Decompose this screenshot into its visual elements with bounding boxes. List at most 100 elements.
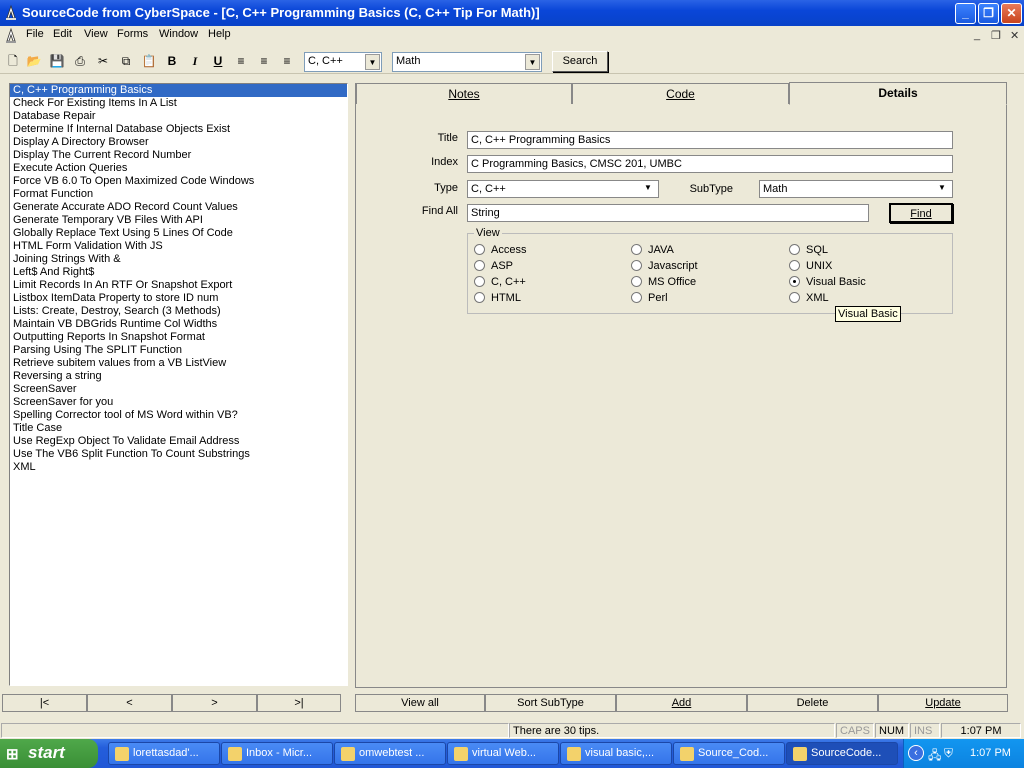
menu-view[interactable]: View (84, 28, 108, 40)
align-right-icon[interactable]: ≡ (277, 51, 297, 71)
list-item[interactable]: Use The VB6 Split Function To Count Subs… (10, 448, 347, 461)
list-item[interactable]: Display The Current Record Number (10, 149, 347, 162)
chevron-down-icon[interactable]: ▼ (938, 183, 946, 192)
list-item[interactable]: ScreenSaver (10, 383, 347, 396)
previous-record-button[interactable]: < (87, 694, 172, 712)
menu-window[interactable]: Window (159, 28, 198, 40)
list-item[interactable]: Format Function (10, 188, 347, 201)
delete-button[interactable]: Delete (747, 694, 878, 712)
new-icon[interactable]: 🗋 (3, 51, 23, 71)
radio-button[interactable] (789, 276, 800, 287)
taskbar-button[interactable]: Source_Cod... (673, 742, 785, 765)
taskbar-button[interactable]: visual basic,... (560, 742, 672, 765)
title-bar[interactable]: SourceCode from CyberSpace - [C, C++ Pro… (0, 0, 1024, 26)
view-radio-unix[interactable]: UNIX (789, 260, 832, 272)
subtype-select[interactable]: Math ▼ (392, 52, 542, 72)
open-icon[interactable]: 📂 (24, 51, 44, 71)
taskbar-button[interactable]: Inbox - Micr... (221, 742, 333, 765)
start-button[interactable]: ⊞ start (0, 739, 98, 768)
list-item[interactable]: Listbox ItemData Property to store ID nu… (10, 292, 347, 305)
sort-subtype-button[interactable]: Sort SubType (485, 694, 616, 712)
list-item[interactable]: Generate Accurate ADO Record Count Value… (10, 201, 347, 214)
menu-forms[interactable]: Forms (117, 28, 148, 40)
add-button[interactable]: Add (616, 694, 747, 712)
taskbar-button[interactable]: virtual Web... (447, 742, 559, 765)
taskbar-button[interactable]: lorettasdad'... (108, 742, 220, 765)
search-button[interactable]: Search (552, 51, 608, 72)
mdi-restore-button[interactable]: ❐ (991, 29, 1001, 42)
next-record-button[interactable]: > (172, 694, 257, 712)
findall-input[interactable]: String (467, 204, 869, 222)
security-shield-icon[interactable]: ⛨ (944, 746, 953, 761)
radio-button[interactable] (474, 276, 485, 287)
radio-button[interactable] (789, 260, 800, 271)
first-record-button[interactable]: |< (2, 694, 87, 712)
radio-button[interactable] (789, 244, 800, 255)
list-item[interactable]: Outputting Reports In Snapshot Format (10, 331, 347, 344)
chevron-down-icon[interactable]: ▼ (644, 183, 652, 192)
list-item[interactable]: Left$ And Right$ (10, 266, 347, 279)
radio-button[interactable] (631, 292, 642, 303)
radio-button[interactable] (789, 292, 800, 303)
view-radio-asp[interactable]: ASP (474, 260, 513, 272)
network-icon[interactable]: 🖧 (928, 746, 941, 767)
mdi-close-button[interactable]: ✕ (1010, 29, 1019, 42)
align-center-icon[interactable]: ≡ (254, 51, 274, 71)
tips-list[interactable]: C, C++ Programming Basics Check For Exist… (9, 83, 348, 686)
list-item[interactable]: Force VB 6.0 To Open Maximized Code Wind… (10, 175, 347, 188)
chevron-down-icon[interactable]: ▼ (525, 54, 540, 70)
list-item[interactable]: Title Case (10, 422, 347, 435)
list-item[interactable]: Retrieve subitem values from a VB ListVi… (10, 357, 347, 370)
radio-button[interactable] (474, 292, 485, 303)
list-item[interactable]: Use RegExp Object To Validate Email Addr… (10, 435, 347, 448)
list-item[interactable]: Determine If Internal Database Objects E… (10, 123, 347, 136)
view-radio-ms-office[interactable]: MS Office (631, 276, 696, 288)
radio-button[interactable] (474, 260, 485, 271)
paste-icon[interactable]: 📋 (139, 51, 159, 71)
view-radio-visual-basic[interactable]: Visual Basic (789, 276, 866, 288)
type-select[interactable]: C, C++ (467, 180, 659, 198)
underline-icon[interactable]: U (208, 51, 228, 71)
list-item[interactable]: Execute Action Queries (10, 162, 347, 175)
list-item[interactable]: Maintain VB DBGrids Runtime Col Widths (10, 318, 347, 331)
align-left-icon[interactable]: ≡ (231, 51, 251, 71)
radio-button[interactable] (631, 276, 642, 287)
radio-button[interactable] (631, 260, 642, 271)
update-button[interactable]: Update (878, 694, 1008, 712)
copy-icon[interactable]: ⧉ (116, 51, 136, 71)
find-button[interactable]: Find (889, 203, 953, 223)
taskbar-button[interactable]: SourceCode... (786, 742, 898, 765)
mdi-app-icon[interactable] (4, 28, 18, 44)
list-item[interactable]: Globally Replace Text Using 5 Lines Of C… (10, 227, 347, 240)
list-item[interactable]: Spelling Corrector tool of MS Word withi… (10, 409, 347, 422)
list-item[interactable]: HTML Form Validation With JS (10, 240, 347, 253)
view-radio-xml[interactable]: XML (789, 292, 829, 304)
list-item[interactable]: Reversing a string (10, 370, 347, 383)
radio-button[interactable] (631, 244, 642, 255)
radio-button[interactable] (474, 244, 485, 255)
view-radio-javascript[interactable]: Javascript (631, 260, 698, 272)
list-item[interactable]: Lists: Create, Destroy, Search (3 Method… (10, 305, 347, 318)
list-item[interactable]: Generate Temporary VB Files With API (10, 214, 347, 227)
chevron-down-icon[interactable]: ▼ (365, 54, 380, 70)
print-icon[interactable]: ⎙ (70, 51, 90, 71)
list-item[interactable]: Joining Strings With & (10, 253, 347, 266)
minimize-button[interactable]: _ (955, 3, 976, 24)
cut-icon[interactable]: ✂ (93, 51, 113, 71)
taskbar-button[interactable]: omwebtest ... (334, 742, 446, 765)
tray-clock[interactable]: 1:07 PM (970, 747, 1011, 759)
save-icon[interactable]: 💾 (47, 51, 67, 71)
tab-notes[interactable]: Notes (356, 83, 572, 104)
list-item[interactable]: Database Repair (10, 110, 347, 123)
view-radio-html[interactable]: HTML (474, 292, 521, 304)
list-item[interactable]: Parsing Using The SPLIT Function (10, 344, 347, 357)
list-item[interactable]: XML (10, 461, 347, 474)
view-radio-sql[interactable]: SQL (789, 244, 828, 256)
list-item[interactable]: Check For Existing Items In A List (10, 97, 347, 110)
index-field[interactable]: C Programming Basics, CMSC 201, UMBC (467, 155, 953, 173)
view-all-button[interactable]: View all (355, 694, 485, 712)
last-record-button[interactable]: >| (257, 694, 341, 712)
italic-icon[interactable]: I (185, 51, 205, 71)
language-select[interactable]: C, C++ ▼ (304, 52, 382, 72)
bold-icon[interactable]: B (162, 51, 182, 71)
